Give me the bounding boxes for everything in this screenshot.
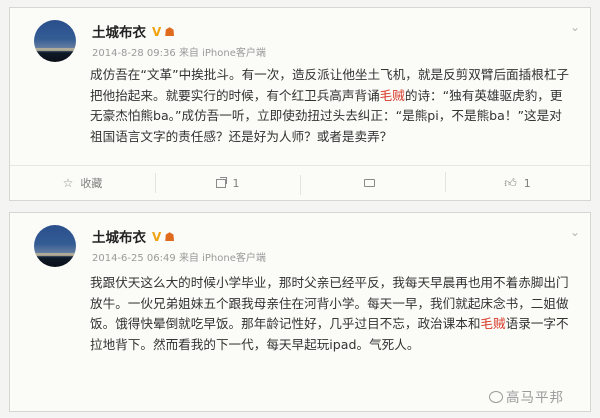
username[interactable]: 土城布衣: [92, 230, 146, 246]
post-header: 土城布衣 V ☗: [92, 226, 175, 246]
post-header: 土城布衣 V ☗: [92, 21, 175, 41]
weibo-post-card: 土城布衣 V ☗ 2014-8-28 09:36 来自 iPhone客户端 ⌄ 成仿…: [9, 7, 591, 201]
post-text: 我跟伏天这么大的时候小学毕业，那时父亲已经平反，我每天早晨再也用不着赤脚出门放牛…: [90, 273, 574, 355]
member-icon: ☗: [164, 25, 176, 39]
favorite-label: 收藏: [80, 177, 103, 190]
timestamp[interactable]: 2014-6-25 06:49: [92, 253, 176, 264]
source-label: 来自 iPhone客户端: [178, 253, 266, 264]
username[interactable]: 土城布衣: [92, 25, 146, 41]
wechat-icon: [489, 391, 503, 403]
avatar[interactable]: [34, 20, 76, 62]
verified-badge-icon: V: [152, 25, 162, 39]
favorite-button[interactable]: ☆ 收藏: [10, 175, 155, 191]
chevron-down-icon[interactable]: ⌄: [570, 225, 580, 239]
post-meta: 2014-6-25 06:49 来自 iPhone客户端: [92, 249, 266, 264]
highlighted-keyword[interactable]: 毛贼: [380, 88, 405, 103]
comment-icon: [363, 179, 375, 187]
post-meta: 2014-8-28 09:36 来自 iPhone客户端: [92, 44, 266, 59]
thumbs-up-icon: 👍︎: [504, 175, 517, 190]
timestamp[interactable]: 2014-8-28 09:36: [92, 48, 176, 59]
verified-badge-icon: V: [152, 230, 162, 244]
star-icon: ☆: [62, 176, 74, 190]
avatar[interactable]: [34, 225, 76, 267]
repost-icon: [215, 176, 227, 188]
watermark: 高马平邦: [489, 386, 564, 406]
watermark-text: 高马平邦: [506, 390, 564, 406]
member-icon: ☗: [164, 230, 176, 244]
repost-count: 1: [232, 176, 240, 190]
repost-button[interactable]: 1: [155, 172, 300, 193]
like-count: 1: [523, 176, 531, 190]
source-label: 来自 iPhone客户端: [178, 48, 266, 59]
action-bar: ☆ 收藏 1 👍︎ 1: [10, 165, 590, 200]
chevron-down-icon[interactable]: ⌄: [570, 20, 580, 34]
post-text: 成仿吾在“文革”中挨批斗。有一次，造反派让他坐土飞机，就是反剪双臂后面插根杠子把…: [90, 65, 574, 147]
like-button[interactable]: 👍︎ 1: [445, 171, 590, 192]
comment-button[interactable]: [300, 175, 445, 195]
highlighted-keyword[interactable]: 毛贼: [480, 316, 505, 331]
weibo-post-card: 土城布衣 V ☗ 2014-6-25 06:49 来自 iPhone客户端 ⌄ 我跟…: [9, 212, 591, 412]
